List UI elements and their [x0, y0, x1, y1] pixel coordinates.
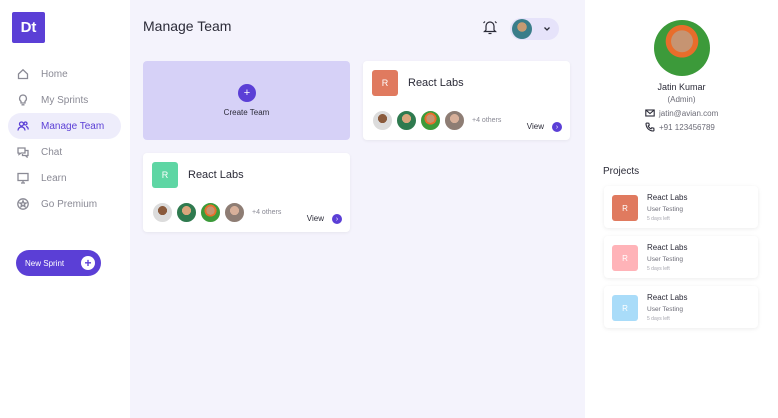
project-subtitle: User Testing: [647, 306, 684, 313]
bell-icon[interactable]: [481, 18, 499, 36]
monitor-icon: [17, 172, 29, 184]
avatar: [420, 110, 441, 131]
member-avatars: [372, 110, 472, 131]
project-badge: R: [612, 295, 638, 321]
others-count: +4 others: [252, 209, 282, 216]
app-logo[interactable]: Dt: [12, 12, 45, 43]
sidebar-item-label: Manage Team: [41, 120, 105, 132]
chevron-down-icon: [544, 27, 550, 31]
users-icon: [17, 120, 29, 132]
project-name: React Labs: [647, 193, 688, 202]
team-badge: R: [152, 162, 178, 188]
profile-role: (Admin): [667, 95, 696, 104]
avatar: [396, 110, 417, 131]
avatar: [224, 202, 245, 223]
project-card[interactable]: R React Labs User Testing 5 days left: [604, 286, 758, 328]
sidebar-item-go-premium[interactable]: Go Premium: [8, 191, 121, 217]
chat-icon: [17, 146, 29, 158]
project-subtitle: User Testing: [647, 256, 684, 263]
sidebar-item-label: Home: [41, 68, 68, 80]
star-icon: [17, 198, 29, 210]
mail-icon: [645, 109, 655, 117]
create-team-label: Create Team: [223, 108, 270, 117]
avatar: [152, 202, 173, 223]
team-badge: R: [372, 70, 398, 96]
sidebar-item-label: My Sprints: [41, 94, 89, 106]
project-badge: R: [612, 245, 638, 271]
project-name: React Labs: [647, 243, 688, 252]
team-card[interactable]: R React Labs +4 others View ›: [363, 61, 570, 140]
profile-name: Jatin Kumar: [657, 82, 706, 92]
chevron-right-icon[interactable]: ›: [332, 214, 342, 224]
user-menu[interactable]: [510, 18, 559, 40]
avatar: [372, 110, 393, 131]
profile-phone-row: +91 123456789: [645, 122, 715, 132]
project-subtitle: User Testing: [647, 206, 684, 213]
team-card[interactable]: R React Labs +4 others View ›: [143, 153, 350, 232]
view-link[interactable]: View: [307, 214, 324, 223]
profile-email[interactable]: jatin@avian.com: [659, 109, 718, 118]
avatar: [512, 19, 532, 39]
sidebar-item-label: Go Premium: [41, 198, 98, 210]
profile-email-row: jatin@avian.com: [645, 108, 718, 118]
main-content: Manage Team + Create Team R React Labs +…: [130, 0, 585, 418]
chevron-right-icon[interactable]: ›: [552, 122, 562, 132]
sidebar-item-label: Learn: [41, 172, 67, 184]
projects-title: Projects: [603, 166, 640, 177]
sidebar-item-chat[interactable]: Chat: [8, 139, 121, 165]
profile-panel: Jatin Kumar (Admin) jatin@avian.com +91 …: [585, 0, 778, 418]
plus-icon: +: [238, 84, 256, 102]
phone-icon: [645, 122, 655, 132]
project-name: React Labs: [647, 293, 688, 302]
sidebar-item-label: Chat: [41, 146, 63, 158]
avatar: [200, 202, 221, 223]
sidebar-item-my-sprints[interactable]: My Sprints: [8, 87, 121, 113]
profile-phone[interactable]: +91 123456789: [659, 123, 715, 132]
project-time-left: 5 days left: [647, 216, 670, 222]
team-name: React Labs: [408, 77, 464, 89]
sidebar-item-learn[interactable]: Learn: [8, 165, 121, 191]
profile-avatar: [654, 20, 710, 76]
lightbulb-icon: [17, 94, 29, 106]
new-sprint-button[interactable]: New Sprint +: [16, 250, 101, 276]
avatar: [444, 110, 465, 131]
project-card[interactable]: R React Labs User Testing 5 days left: [604, 236, 758, 278]
create-team-card[interactable]: + Create Team: [143, 61, 350, 140]
sidebar-item-home[interactable]: Home: [8, 61, 121, 87]
sidebar: Dt Home My Sprints Manage Team Chat Lear…: [0, 0, 130, 418]
new-sprint-label: New Sprint: [25, 258, 65, 268]
plus-icon: +: [81, 256, 95, 270]
project-time-left: 5 days left: [647, 266, 670, 272]
sidebar-item-manage-team[interactable]: Manage Team: [8, 113, 121, 139]
project-badge: R: [612, 195, 638, 221]
avatar: [176, 202, 197, 223]
sidebar-nav: Home My Sprints Manage Team Chat Learn G…: [8, 61, 121, 217]
project-time-left: 5 days left: [647, 316, 670, 322]
home-icon: [17, 68, 29, 80]
others-count: +4 others: [472, 117, 502, 124]
member-avatars: [152, 202, 252, 223]
view-link[interactable]: View: [527, 122, 544, 131]
project-card[interactable]: R React Labs User Testing 5 days left: [604, 186, 758, 228]
team-name: React Labs: [188, 169, 244, 181]
page-title: Manage Team: [143, 18, 232, 34]
